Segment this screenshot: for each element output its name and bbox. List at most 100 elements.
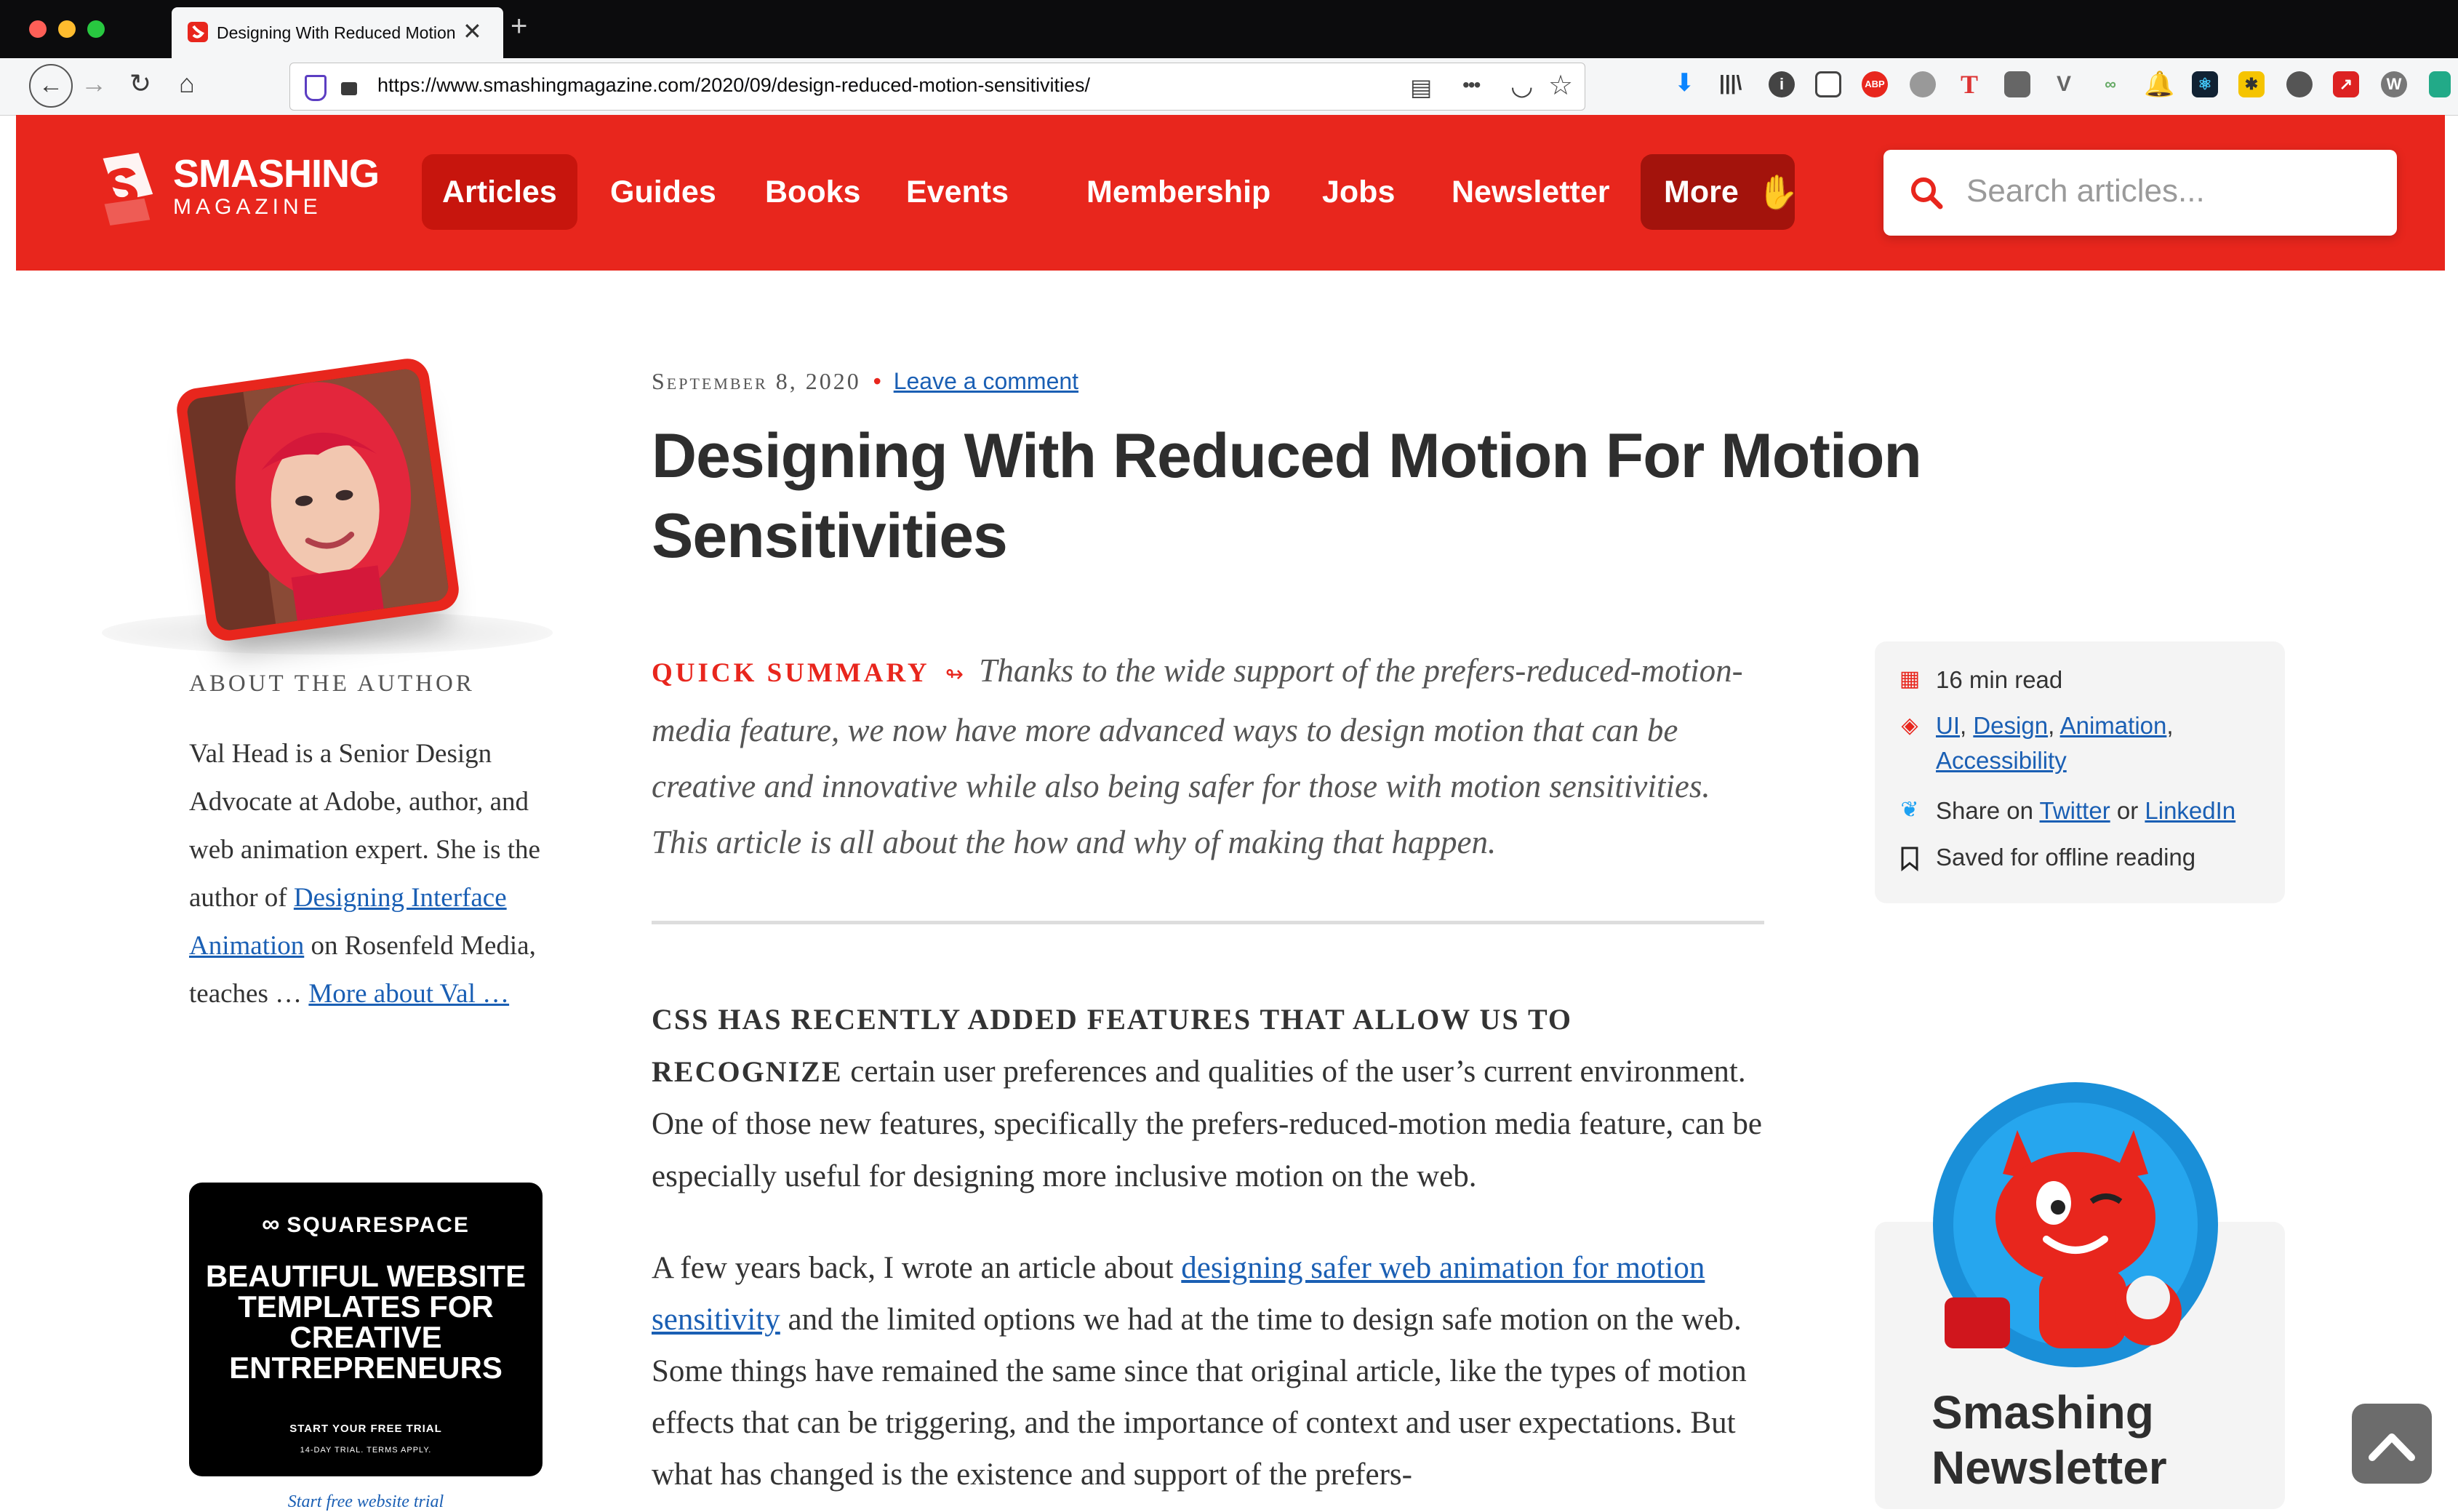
bookmark-icon [1901,847,1918,871]
share-or: or [2116,797,2139,824]
extension-gear-icon[interactable] [1910,71,1936,97]
wordpress-icon[interactable]: W [2381,71,2407,97]
ad-terms: 14-DAY TRIAL. TERMS APPLY. [300,1446,432,1455]
search-icon [1911,177,1943,209]
newsletter-title-line-1: Smashing [1931,1386,2154,1439]
article-paragraph: A few years back, I wrote an article abo… [652,1242,1764,1500]
tag-ui[interactable]: UI [1936,712,1960,739]
nav-articles[interactable]: Articles [422,154,577,230]
cat-paw-icon: ✋ [1757,173,1799,211]
nav-membership[interactable]: Membership [1066,154,1291,230]
ad-headline: BEAUTIFUL WEBSITE TEMPLATES FOR CREATIVE… [205,1259,527,1385]
tag-animation[interactable]: Animation [2060,712,2167,739]
new-tab-button[interactable]: + [511,10,527,43]
tracking-shield-icon[interactable] [305,75,327,101]
share-label: Share on [1936,797,2033,824]
library-icon[interactable]: |||\ [1719,71,1742,95]
extension-glasses-icon[interactable]: ∞ [2097,71,2123,97]
downloads-icon[interactable]: ⬇ [1674,68,1695,97]
article-summary: Quick summary ↬ Thanks to the wide suppo… [652,643,1757,871]
nav-books[interactable]: Books [745,154,881,230]
extension-yellow-icon[interactable]: ✱ [2238,71,2265,97]
extension-react-icon[interactable]: ⚛ [2192,71,2218,97]
author-avatar[interactable] [174,356,462,644]
reload-button[interactable]: ↻ [124,68,157,99]
summary-arrow-icon: ↬ [945,663,964,687]
article-meta: September 8, 2020 • Leave a comment [652,368,1078,395]
nav-guides[interactable]: Guides [590,154,737,230]
back-button[interactable]: ← [29,64,73,108]
browser-tab[interactable]: Designing With Reduced Motion ✕ [172,7,503,58]
pocket-icon[interactable]: ◡ [1510,71,1533,101]
article-meta-box: ▦ 16 min read ◈ UI, Design, Animation, A… [1875,641,2285,903]
minimize-window-button[interactable] [58,20,76,38]
read-time: 16 min read [1936,666,2063,693]
ad-cta[interactable]: START YOUR FREE TRIAL [189,1423,543,1435]
home-button[interactable]: ⌂ [170,68,204,99]
extension-t-icon[interactable]: T [1956,71,1982,97]
nav-more-label: More [1664,175,1739,209]
search-input[interactable]: Search articles... [1883,150,2397,236]
logo-magazine: MAGAZINE [173,195,322,219]
site-header: SMASHING MAGAZINE Articles Guides Books … [16,115,2445,271]
account-icon[interactable] [2286,71,2313,97]
nav-newsletter[interactable]: Newsletter [1431,154,1630,230]
url-bar[interactable]: https://www.smashingmagazine.com/2020/09… [289,63,1585,111]
author-bio: Val Head is a Senior Design Advocate at … [189,730,567,1018]
url-text[interactable]: https://www.smashingmagazine.com/2020/09… [377,74,1090,97]
author-photo [185,367,450,632]
article-date: September 8, 2020 [652,368,861,394]
lock-icon[interactable] [341,82,357,95]
extension-info-icon[interactable]: i [1769,71,1795,97]
browser-tab-bar: Designing With Reduced Motion ✕ + [0,0,2458,58]
more-about-author-link[interactable]: More about Val … [308,979,509,1009]
tag-accessibility[interactable]: Accessibility [1936,747,2067,774]
page-actions-menu-icon[interactable]: ••• [1462,73,1481,97]
summary-divider [652,921,1764,924]
nav-more-button[interactable]: More ✋ [1641,154,1799,230]
tab-close-icon[interactable]: ✕ [463,17,482,45]
close-window-button[interactable] [29,20,47,38]
sidebar-icon[interactable] [1815,71,1841,97]
share-linkedin-link[interactable]: LinkedIn [2145,797,2235,824]
browser-toolbar: ← → ↻ ⌂ https://www.smashingmagazine.com… [0,58,2458,116]
p2-text-start: A few years back, I wrote an article abo… [652,1251,1174,1285]
author-portrait-image [185,367,450,632]
extension-red-icon[interactable]: ↗ [2333,71,2359,97]
smashing-cat-mascot-image [1933,1082,2218,1367]
scroll-to-top-button[interactable] [2352,1404,2432,1484]
extension-v-icon[interactable]: V [2051,71,2077,97]
tab-title: Designing With Reduced Motion [217,23,456,42]
squarespace-ad[interactable]: ∞ SQUARESPACE BEAUTIFUL WEBSITE TEMPLATES… [189,1183,543,1476]
share-twitter-link[interactable]: Twitter [2040,797,2110,824]
ad-brand-text: SQUARESPACE [287,1213,470,1237]
tags-list: UI, Design, Animation, Accessibility [1936,712,2174,774]
extension-bell-icon[interactable]: 🔔 [2144,71,2174,97]
logo-smashing: SMASHING [173,152,380,196]
adblock-icon[interactable]: ABP [1862,71,1888,97]
search-placeholder: Search articles... [1966,173,2205,209]
extension-overflow-icon[interactable] [2429,71,2451,97]
ad-brand: ∞ SQUARESPACE [189,1210,543,1239]
summary-label: Quick summary [652,658,930,688]
maximize-window-button[interactable] [87,20,105,38]
smashing-logo-icon[interactable] [89,151,160,231]
p2-text-rest: and the limited options we had at the ti… [652,1303,1747,1492]
forward-button[interactable]: → [77,68,111,99]
article-title: Designing With Reduced Motion For Motion… [652,421,1922,571]
reader-view-icon[interactable]: ▤ [1410,73,1432,101]
about-author-heading: ABOUT THE AUTHOR [189,671,475,697]
smashing-favicon-icon [188,22,208,42]
leave-comment-link[interactable]: Leave a comment [894,368,1078,394]
article-lead: CSS HAS RECENTLY ADDED FEATURES THAT ALL… [652,993,1764,1203]
bookmark-star-icon[interactable]: ☆ [1548,69,1573,102]
nav-jobs[interactable]: Jobs [1302,154,1415,230]
nav-events[interactable]: Events [886,154,1029,230]
saved-offline: Saved for offline reading [1936,844,2196,871]
share-text: Share on Twitter or LinkedIn [1936,797,2235,825]
calendar-icon: ▦ [1899,667,1921,691]
newsletter-title-line-2: Newsletter [1931,1441,2167,1494]
extension-compass-icon[interactable] [2004,71,2030,97]
logo-wordmark[interactable]: SMASHING MAGAZINE [173,152,380,220]
tag-design[interactable]: Design [1973,712,2048,739]
